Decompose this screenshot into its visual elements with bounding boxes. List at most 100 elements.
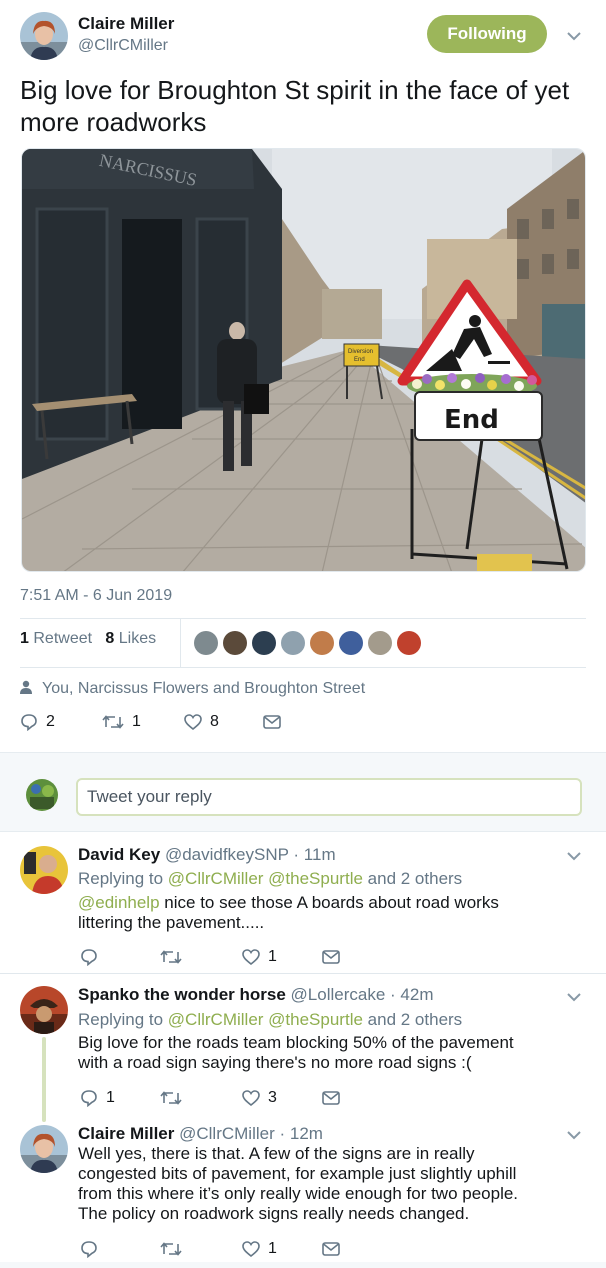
- tweet-actions: 2 1 8: [20, 710, 320, 734]
- author-handle[interactable]: @CllrCMiller: [78, 37, 168, 55]
- liker-avatar[interactable]: [252, 631, 276, 655]
- retweet-icon: [102, 715, 124, 729]
- chevron-down-icon[interactable]: [566, 31, 582, 41]
- replying-to: Replying to @CllrCMiller @theSpurtle and…: [78, 1010, 463, 1029]
- small-sign-line2: End: [354, 357, 365, 363]
- liked-by-text: You, Narcissus Flowers and Broughton Str…: [42, 680, 366, 697]
- liker-avatar[interactable]: [223, 631, 247, 655]
- tweet-text: Big love for Broughton St spirit in the …: [20, 75, 570, 137]
- retweet-button[interactable]: [160, 1086, 182, 1110]
- direct-message-button[interactable]: [263, 710, 281, 734]
- liker-avatar[interactable]: [339, 631, 363, 655]
- liker-avatar[interactable]: [368, 631, 392, 655]
- reply-author-handle[interactable]: @davidfkeySNP: [165, 845, 289, 864]
- author-name[interactable]: Claire Miller: [78, 14, 174, 34]
- mention-link[interactable]: @theSpurtle: [268, 869, 363, 888]
- reply-author-name[interactable]: Claire Miller: [78, 1124, 174, 1143]
- tweet-photo[interactable]: NARCISSUS Diversion End End: [21, 148, 586, 572]
- reply-time[interactable]: · 12m: [279, 1124, 322, 1143]
- replying-to: Replying to @CllrCMiller @theSpurtle and…: [78, 869, 463, 888]
- tweet-header: Claire Miller @CllrCMiller Following: [20, 12, 586, 62]
- reply-button[interactable]: 2: [20, 710, 55, 734]
- reply-button[interactable]: 1: [80, 1086, 115, 1110]
- heart-icon: [242, 1090, 260, 1106]
- reply-text: Big love for the roads team blocking 50%…: [78, 1033, 514, 1072]
- retweet-button[interactable]: [160, 945, 182, 969]
- heart-icon: [184, 714, 202, 730]
- reply-header: Spanko the wonder horse @Lollercake · 42…: [78, 985, 434, 1005]
- reply-count: 1: [106, 1089, 115, 1106]
- direct-message-button[interactable]: [322, 1237, 340, 1261]
- liked-by-context[interactable]: You, Narcissus Flowers and Broughton Str…: [20, 680, 365, 698]
- retweet-button[interactable]: 1: [102, 710, 141, 734]
- direct-message-button[interactable]: [322, 945, 340, 969]
- like-button[interactable]: 8: [184, 710, 219, 734]
- message-icon: [322, 1242, 340, 1256]
- liker-avatar[interactable]: [281, 631, 305, 655]
- reply-avatar[interactable]: [20, 1125, 68, 1173]
- retweet-icon: [160, 950, 182, 964]
- like-count: 1: [268, 1240, 277, 1257]
- chevron-down-icon[interactable]: [566, 992, 582, 1002]
- chevron-down-icon[interactable]: [566, 1130, 582, 1140]
- direct-message-button[interactable]: [322, 1086, 340, 1110]
- stats-separator: [180, 619, 181, 667]
- reply-button[interactable]: [80, 1237, 98, 1261]
- reply-button[interactable]: [80, 945, 98, 969]
- mention-link[interactable]: @edinhelp: [78, 893, 160, 912]
- heart-icon: [242, 949, 260, 965]
- retweet-icon: [160, 1091, 182, 1105]
- reply-icon: [81, 1090, 97, 1107]
- message-icon: [263, 715, 281, 729]
- like-button[interactable]: 1: [242, 945, 277, 969]
- reply-header: Claire Miller @CllrCMiller · 12m: [78, 1124, 323, 1144]
- reply-input[interactable]: Tweet your reply: [76, 778, 582, 816]
- mention-link[interactable]: @theSpurtle: [268, 1010, 363, 1029]
- tweet-timestamp[interactable]: 7:51 AM - 6 Jun 2019: [20, 587, 172, 605]
- reply-actions: 1 3: [80, 1086, 360, 1110]
- heart-icon: [242, 1241, 260, 1257]
- reply-author-handle[interactable]: @CllrCMiller: [179, 1124, 275, 1143]
- reply-actions: 1: [80, 945, 360, 969]
- thread-connector: [42, 1037, 46, 1122]
- reply-count: 2: [46, 713, 55, 730]
- others-link[interactable]: and 2 others: [368, 869, 463, 888]
- my-avatar: [26, 779, 58, 811]
- reply-author-handle[interactable]: @Lollercake: [291, 985, 386, 1004]
- reply-actions: 1: [80, 1237, 360, 1261]
- like-button[interactable]: 1: [242, 1237, 277, 1261]
- small-sign-line1: Diversion: [348, 349, 373, 355]
- mention-link[interactable]: @CllrCMiller: [168, 869, 264, 888]
- tweet-stats: 1 Retweet 8 Likes: [20, 630, 156, 648]
- reply-time[interactable]: · 42m: [390, 985, 433, 1004]
- following-button[interactable]: Following: [427, 15, 547, 53]
- retweet-button[interactable]: [160, 1237, 182, 1261]
- others-link[interactable]: and 2 others: [368, 1010, 463, 1029]
- divider: [20, 618, 586, 619]
- author-avatar[interactable]: [20, 12, 68, 60]
- person-icon: [20, 680, 32, 694]
- reply-text: @edinhelp nice to see those A boards abo…: [78, 893, 499, 932]
- liker-avatar[interactable]: [194, 631, 218, 655]
- like-count: 1: [268, 948, 277, 965]
- like-stat[interactable]: 8 Likes: [105, 630, 156, 647]
- like-button[interactable]: 3: [242, 1086, 277, 1110]
- reply-avatar[interactable]: [20, 986, 68, 1034]
- mention-link[interactable]: @CllrCMiller: [168, 1010, 264, 1029]
- divider: [0, 973, 606, 974]
- liker-avatar[interactable]: [397, 631, 421, 655]
- retweet-icon: [160, 1242, 182, 1256]
- reply-time[interactable]: · 11m: [293, 845, 335, 864]
- retweet-stat[interactable]: 1 Retweet: [20, 630, 92, 647]
- liker-avatar[interactable]: [310, 631, 334, 655]
- retweet-count: 1: [132, 713, 141, 730]
- reply-avatar[interactable]: [20, 846, 68, 894]
- reply-icon: [21, 714, 37, 731]
- reply-author-name[interactable]: David Key: [78, 845, 160, 864]
- like-count: 3: [268, 1089, 277, 1106]
- reply-icon: [81, 949, 97, 966]
- section-separator: [0, 1262, 606, 1268]
- reply-author-name[interactable]: Spanko the wonder horse: [78, 985, 286, 1004]
- chevron-down-icon[interactable]: [566, 851, 582, 861]
- divider: [20, 667, 586, 668]
